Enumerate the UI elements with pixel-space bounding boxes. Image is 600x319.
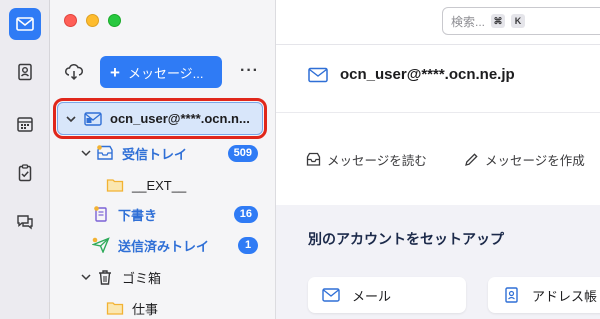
- command-key-hint: ⌘: [491, 14, 506, 28]
- search-placeholder: 検索...: [451, 14, 486, 29]
- more-menu-button[interactable]: ···: [240, 62, 259, 80]
- inbox-count-badge: 509: [227, 144, 258, 162]
- app-rail: [0, 0, 50, 319]
- folder-sent[interactable]: 送信済みトレイ 1: [88, 234, 268, 256]
- window-close-button[interactable]: [64, 14, 77, 27]
- title-divider: [276, 112, 600, 113]
- ext-label: __EXT__: [132, 177, 187, 193]
- header-divider: [276, 44, 600, 45]
- folder-inbox[interactable]: 受信トレイ 509: [80, 142, 268, 164]
- tasks-icon[interactable]: [9, 157, 41, 189]
- chevron-down-icon[interactable]: [80, 271, 92, 283]
- new-message-button[interactable]: + メッセージ...: [100, 56, 222, 88]
- folder-work[interactable]: 仕事: [102, 297, 268, 319]
- sent-icon: [92, 237, 110, 253]
- compose-message-button[interactable]: メッセージを作成: [464, 150, 585, 169]
- drafts-label: 下書き: [118, 207, 158, 223]
- account-label: ocn_user@****.ocn.n...: [110, 111, 250, 126]
- address-book-icon[interactable]: [9, 56, 41, 88]
- inbox-icon: [97, 145, 113, 160]
- mail-icon: [322, 288, 340, 302]
- folder-trash[interactable]: ゴミ箱: [80, 266, 268, 288]
- window-minimize-button[interactable]: [86, 14, 99, 27]
- setup-title: 別のアカウントをセットアップ: [308, 231, 504, 247]
- calendar-icon[interactable]: [9, 108, 41, 140]
- mail-icon: [308, 67, 328, 82]
- read-messages-button[interactable]: メッセージを読む: [306, 150, 427, 169]
- get-messages-icon[interactable]: [64, 63, 84, 81]
- folder-drafts[interactable]: 下書き 16: [88, 203, 268, 225]
- trash-icon: [99, 270, 111, 285]
- window-zoom-button[interactable]: [108, 14, 121, 27]
- setup-address-book-card[interactable]: アドレス帳: [488, 277, 600, 313]
- chevron-down-icon[interactable]: [64, 112, 78, 126]
- trash-label: ゴミ箱: [122, 270, 162, 286]
- setup-mail-card[interactable]: メール: [308, 277, 466, 313]
- work-label: 仕事: [132, 301, 159, 317]
- main-panel: 検索... ⌘ K ocn_user@****.ocn.ne.jp メッセージを…: [276, 0, 600, 319]
- account-row[interactable]: ocn_user@****.ocn.n...: [53, 98, 267, 139]
- compose-message-label: メッセージを作成: [485, 154, 585, 168]
- mail-card-label: メール: [352, 288, 392, 304]
- mail-account-icon: [84, 111, 102, 126]
- plus-icon: +: [110, 62, 120, 82]
- folder-pane: + メッセージ... ··· ocn_user@****.ocn.n... 受信…: [50, 0, 276, 319]
- chevron-down-icon[interactable]: [80, 147, 92, 159]
- mail-icon[interactable]: [9, 8, 41, 40]
- search-field[interactable]: 検索... ⌘ K: [442, 7, 600, 35]
- account-title: ocn_user@****.ocn.ne.jp: [308, 66, 515, 83]
- folder-icon: [106, 179, 124, 192]
- address-book-icon: [505, 287, 518, 303]
- inbox-tray-icon: [306, 152, 321, 166]
- sent-label: 送信済みトレイ: [118, 238, 210, 254]
- k-key-hint: K: [511, 14, 526, 28]
- drafts-count-badge: 16: [233, 205, 258, 223]
- read-messages-label: メッセージを読む: [327, 154, 427, 168]
- chat-icon[interactable]: [9, 206, 41, 238]
- sent-count-badge: 1: [238, 236, 258, 254]
- drafts-icon: [94, 206, 107, 222]
- account-title-text: ocn_user@****.ocn.ne.jp: [340, 66, 515, 83]
- folder-icon: [106, 302, 124, 315]
- folder-ext[interactable]: __EXT__: [102, 174, 268, 196]
- address-card-label: アドレス帳: [532, 288, 598, 304]
- pencil-icon: [465, 153, 478, 166]
- inbox-label: 受信トレイ: [122, 146, 188, 162]
- new-message-label: メッセージ...: [127, 65, 204, 81]
